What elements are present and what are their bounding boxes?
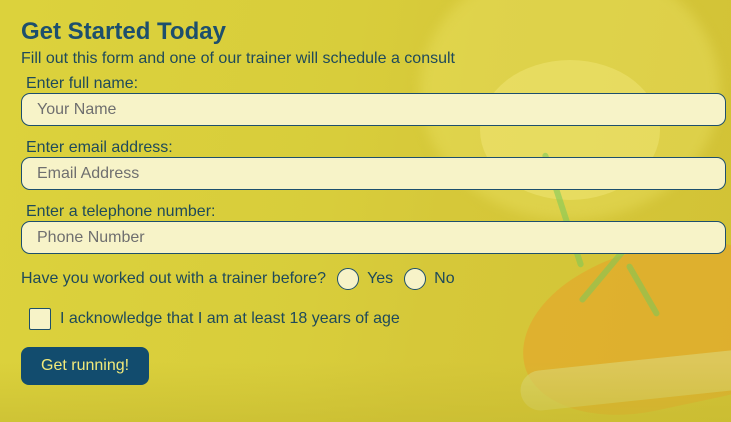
trainer-yes-radio[interactable] — [337, 268, 360, 290]
get-running-button[interactable]: Get running! — [21, 347, 150, 385]
email-group: Enter email address: — [21, 139, 726, 190]
form-title: Get Started Today — [21, 18, 226, 45]
trainer-question-row: Have you worked out with a trainer befor… — [21, 267, 725, 291]
name-group: Enter full name: — [21, 75, 726, 126]
trainer-no-radio[interactable] — [404, 268, 427, 290]
name-label: Enter full name: — [26, 75, 139, 92]
trainer-yes-label[interactable]: Yes — [367, 270, 393, 288]
phone-group: Enter a telephone number: — [21, 203, 726, 254]
age-ack-checkbox[interactable] — [29, 308, 51, 330]
age-ack-row: I acknowledge that I am at least 18 year… — [21, 307, 725, 331]
email-input[interactable] — [21, 157, 726, 190]
consult-form: Get Started Today Fill out this form and… — [0, 0, 731, 385]
phone-input[interactable] — [21, 221, 726, 254]
form-subtitle: Fill out this form and one of our traine… — [21, 50, 455, 67]
email-label: Enter email address: — [26, 139, 173, 156]
trainer-no-label[interactable]: No — [434, 270, 454, 288]
trainer-question-label: Have you worked out with a trainer befor… — [21, 270, 327, 287]
name-input[interactable] — [21, 93, 726, 126]
age-ack-label[interactable]: I acknowledge that I am at least 18 year… — [60, 310, 400, 328]
phone-label: Enter a telephone number: — [26, 203, 216, 220]
